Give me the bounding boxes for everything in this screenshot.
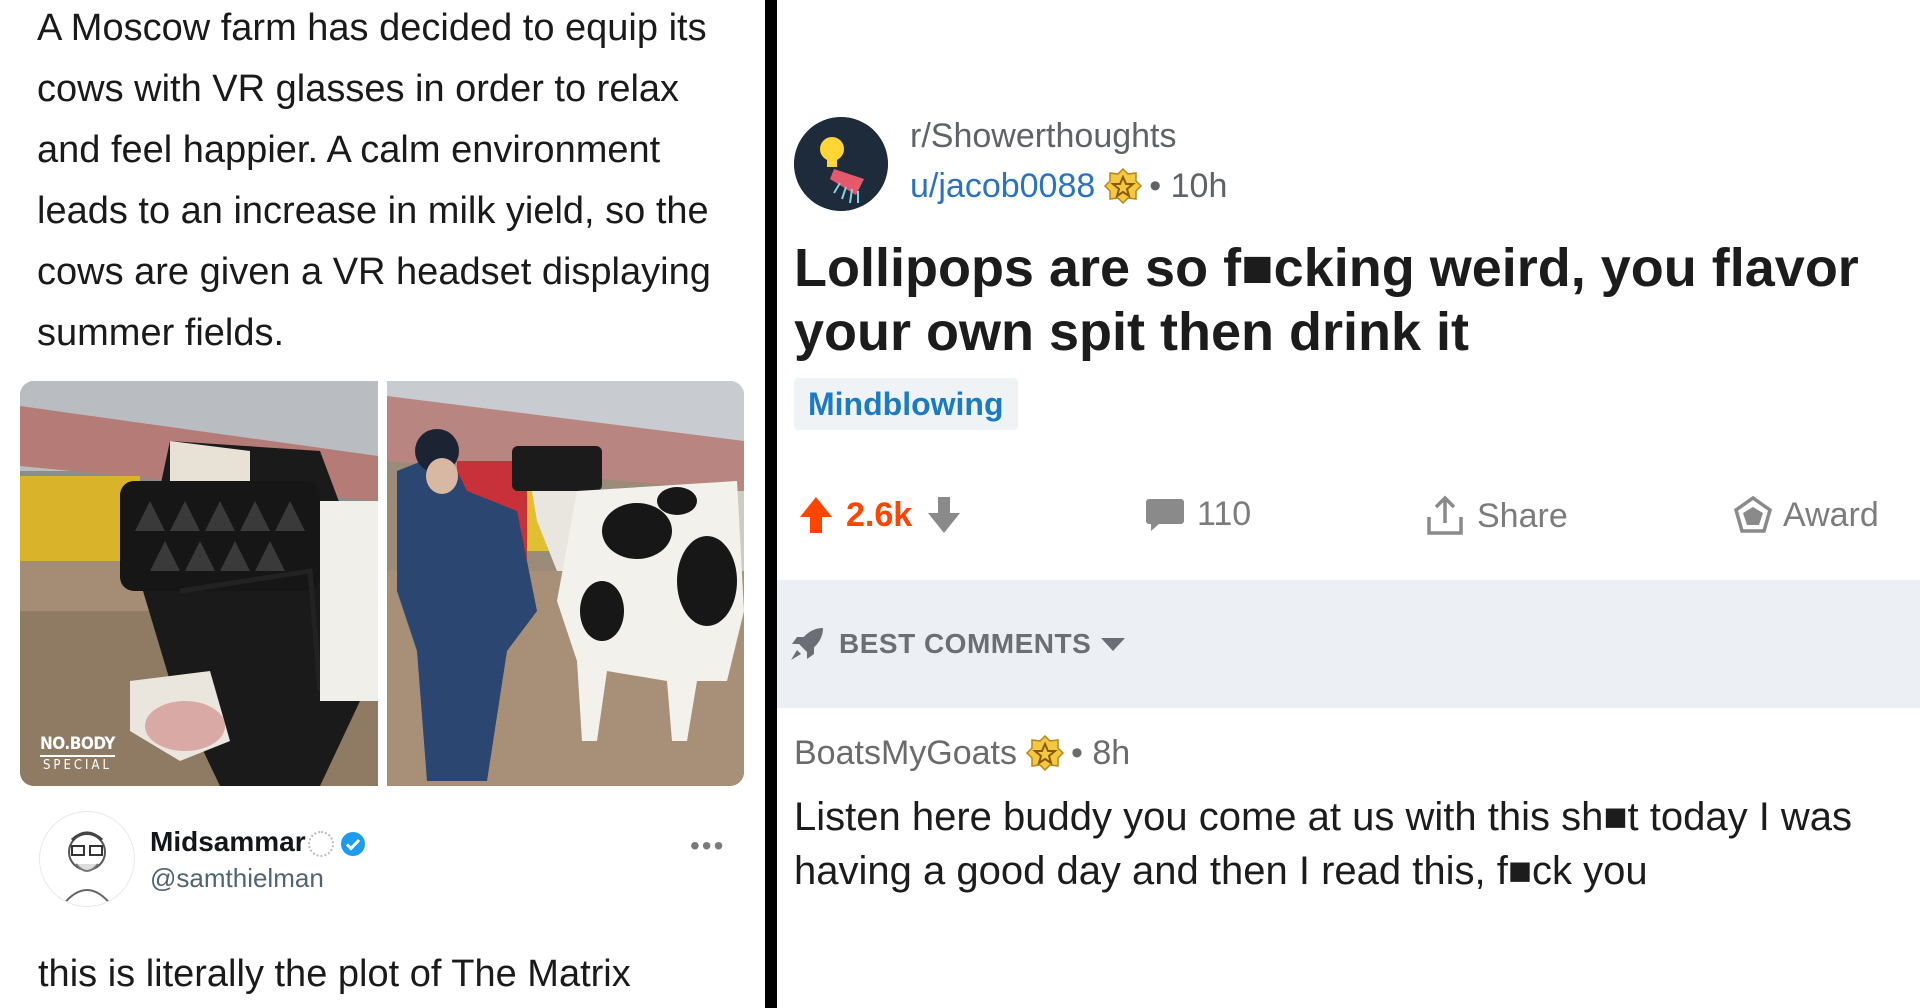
share-label: Share [1477,496,1568,535]
loading-spinner-icon [307,830,334,857]
comments-count: 110 [1197,495,1252,533]
tweet-panel: A Moscow farm has decided to equip its c… [0,0,765,1008]
share-icon [1427,495,1463,535]
subreddit-name[interactable]: r/Showerthoughts [910,117,1177,156]
comment-sort-bar: BEST COMMENTS [777,580,1920,708]
rocket-icon [791,628,823,660]
comment-separator: • [1070,733,1083,772]
comment-author[interactable]: BoatsMyGoats [794,734,1017,773]
panel-divider [765,0,777,1008]
reply-avatar[interactable] [39,811,135,907]
award-icon [1733,495,1773,533]
cow-vr-photo-left[interactable] [20,381,378,786]
chevron-down-icon [1101,638,1126,651]
comment-meta: BoatsMyGoats • 8h [794,733,1130,773]
reply-name-text: Midsammar [150,826,306,857]
sort-dropdown[interactable]: BEST COMMENTS [787,624,1127,664]
more-options-icon[interactable]: ••• [690,830,725,862]
verified-badge-icon [340,831,365,856]
comment-text: Listen here buddy you come at us with th… [794,795,1853,893]
award-label: Award [1783,495,1879,534]
sort-label: BEST COMMENTS [839,628,1092,659]
upvote-count: 2.6k [846,495,913,534]
meta-separator: • [1149,166,1162,205]
subreddit-avatar[interactable] [794,117,888,211]
reddit-panel: r/Showerthoughts u/jacob0088 • 10h Lolli… [777,0,1920,1008]
watermark: NO.BODY SPECIAL [40,735,115,775]
post-title[interactable]: Lollipops are so f■cking weird, you flav… [794,236,1904,364]
comment-bubble-icon [1146,498,1184,531]
post-author[interactable]: u/jacob0088 [910,167,1095,206]
comments-button[interactable]: 110 [1145,495,1251,534]
award-button[interactable]: Award [1733,495,1879,535]
comment-award-badge-icon [1025,734,1065,772]
post-flair[interactable]: Mindblowing [794,378,1018,430]
vote-control: 2.6k [798,495,962,535]
post-actions: 2.6k 110 Share Award [777,495,1920,545]
downvote-arrow-icon[interactable] [926,495,962,535]
comment-time: 8h [1092,733,1131,772]
tweet-text: A Moscow farm has decided to equip its c… [37,7,711,354]
reply-text: this is literally the plot of The Matrix [38,953,631,995]
reply-display-name[interactable]: Midsammar [150,826,366,858]
award-badge-icon [1104,167,1143,205]
reply-handle[interactable]: @samthielman [150,863,324,894]
share-button[interactable]: Share [1425,495,1568,537]
post-time: 10h [1170,166,1228,205]
post-meta: u/jacob0088 • 10h [910,166,1227,206]
watermark-line1: NO.BODY [40,735,115,757]
watermark-line2: SPECIAL [42,758,112,773]
upvote-arrow-icon[interactable] [798,495,834,535]
cow-vr-photo-right[interactable] [387,381,744,786]
